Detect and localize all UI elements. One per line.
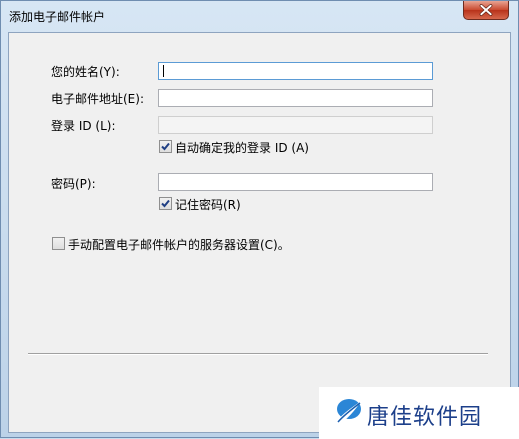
login-id-label: 登录 ID (L): — [51, 119, 116, 133]
close-icon — [479, 4, 493, 16]
text-caret — [163, 65, 164, 77]
close-button[interactable] — [463, 1, 509, 20]
remember-password-label[interactable]: 记住密码(R) — [175, 196, 241, 213]
name-label: 您的姓名(Y): — [51, 65, 120, 79]
login-id-input[interactable] — [158, 116, 433, 134]
manual-config-label[interactable]: 手动配置电子邮件帐户的服务器设置(C)。 — [68, 236, 290, 253]
email-input[interactable] — [158, 89, 433, 107]
bottom-separator — [28, 353, 488, 355]
auto-login-id-checkbox[interactable] — [159, 140, 172, 153]
manual-config-checkbox[interactable] — [52, 237, 65, 250]
name-input[interactable] — [158, 62, 433, 80]
logo-icon — [337, 399, 361, 425]
title-bar[interactable]: 添加电子邮件帐户 — [1, 1, 518, 32]
checkmark-icon — [161, 199, 170, 208]
dialog-body: 您的姓名(Y): 电子邮件地址(E): 登录 ID (L): 自动确定我的登录 … — [8, 32, 511, 433]
add-email-account-dialog: 添加电子邮件帐户 您的姓名(Y): 电子邮件地址(E): 登录 ID (L): … — [0, 0, 519, 439]
remember-password-checkbox[interactable] — [159, 197, 172, 210]
window-title: 添加电子邮件帐户 — [9, 10, 106, 24]
watermark-text: 唐佳软件园 — [367, 405, 483, 430]
checkmark-icon — [161, 142, 170, 151]
password-input[interactable] — [158, 173, 433, 191]
password-label: 密码(P): — [51, 177, 96, 191]
email-label: 电子邮件地址(E): — [51, 92, 144, 106]
watermark: 唐佳软件园 — [319, 387, 519, 439]
auto-login-id-label[interactable]: 自动确定我的登录 ID (A) — [175, 139, 309, 156]
